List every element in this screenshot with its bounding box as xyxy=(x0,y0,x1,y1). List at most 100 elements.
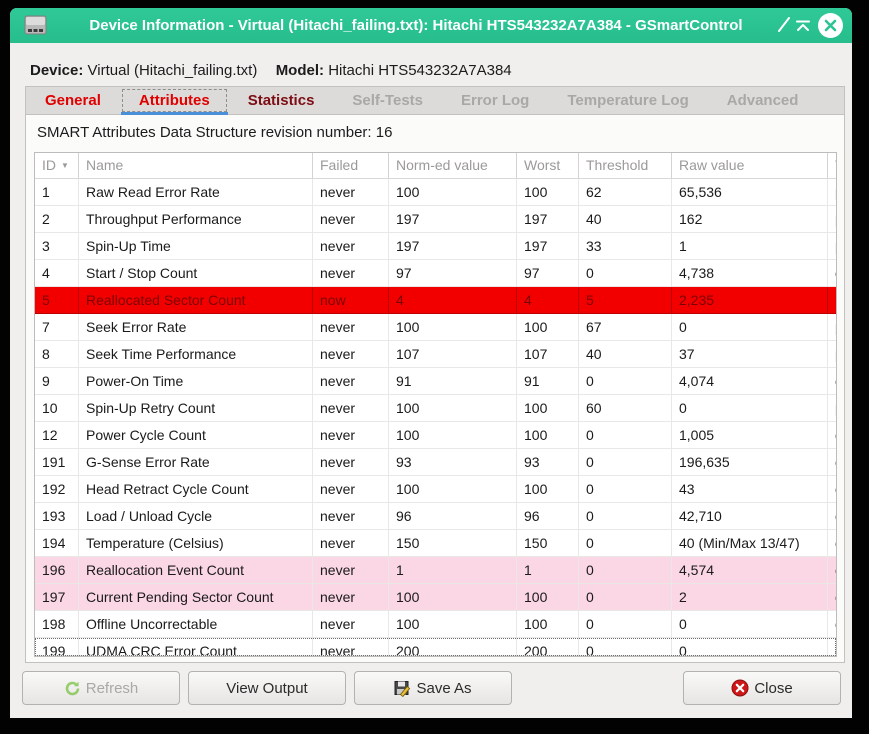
column-header-label: Name xyxy=(86,157,123,173)
cell-name: Raw Read Error Rate xyxy=(79,179,313,206)
cell-type: pre-failure xyxy=(828,179,837,206)
tab-label: Advanced xyxy=(727,92,799,109)
cell-id: 2 xyxy=(35,206,79,233)
attribute-row-191[interactable]: 191G-Sense Error Ratenever93930196,635ol… xyxy=(35,449,836,476)
cell-raw: 2,235 xyxy=(672,287,828,314)
attribute-row-196[interactable]: 196Reallocation Event Countnever1104,574… xyxy=(35,557,836,584)
cell-type: old age xyxy=(828,368,837,395)
attribute-row-198[interactable]: 198Offline Uncorrectablenever10010000old… xyxy=(35,611,836,638)
attribute-row-3[interactable]: 3Spin-Up Timenever197197331pre-failure xyxy=(35,233,836,260)
attribute-row-193[interactable]: 193Load / Unload Cyclenever9696042,710ol… xyxy=(35,503,836,530)
cell-threshold: 40 xyxy=(579,341,672,368)
table-header-row: ID▼ Name FailedNorm-ed valueWorst Threshold… xyxy=(35,153,836,179)
cell-worst: 91 xyxy=(517,368,579,395)
cell-id: 4 xyxy=(35,260,79,287)
cell-threshold: 0 xyxy=(579,260,672,287)
cell-failed: never xyxy=(313,206,389,233)
attribute-row-2[interactable]: 2Throughput Performancenever19719740162p… xyxy=(35,206,836,233)
cell-failed: never xyxy=(313,314,389,341)
cell-normed: 100 xyxy=(389,422,517,449)
device-value: Virtual (Hitachi_failing.txt) xyxy=(88,62,258,79)
refresh-button[interactable]: Refresh xyxy=(22,671,180,705)
column-header-type[interactable]: Type xyxy=(828,153,837,179)
cell-raw: 4,738 xyxy=(672,260,828,287)
column-header-threshold[interactable]: Threshold xyxy=(579,153,672,179)
window-close-icon[interactable] xyxy=(817,12,844,39)
column-header-worst[interactable]: Worst xyxy=(517,153,579,179)
cell-failed: never xyxy=(313,611,389,638)
cell-type: old age xyxy=(828,422,837,449)
column-header-id[interactable]: ID▼ xyxy=(35,153,79,179)
cell-raw: 1 xyxy=(672,233,828,260)
cell-id: 8 xyxy=(35,341,79,368)
cell-id: 3 xyxy=(35,233,79,260)
cell-id: 12 xyxy=(35,422,79,449)
tab-error-log: Error Log xyxy=(442,87,548,114)
cell-failed: never xyxy=(313,422,389,449)
titlebar[interactable]: Device Information - Virtual (Hitachi_fa… xyxy=(10,8,852,43)
cell-name: Head Retract Cycle Count xyxy=(79,476,313,503)
cell-id: 197 xyxy=(35,584,79,611)
cell-threshold: 0 xyxy=(579,557,672,584)
cell-raw: 43 xyxy=(672,476,828,503)
cell-raw: 4,074 xyxy=(672,368,828,395)
save-as-button[interactable]: Save As xyxy=(354,671,512,705)
column-header-label: Type xyxy=(835,157,837,173)
cell-normed: 93 xyxy=(389,449,517,476)
cell-name: Seek Error Rate xyxy=(79,314,313,341)
column-header-failed[interactable]: Failed xyxy=(313,153,389,179)
cell-type: old age xyxy=(828,611,837,638)
column-header-label: Threshold xyxy=(586,157,648,173)
cell-name: Temperature (Celsius) xyxy=(79,530,313,557)
cell-raw: 162 xyxy=(672,206,828,233)
attribute-row-199[interactable]: 199UDMA CRC Error Countnever20020000old … xyxy=(35,638,836,656)
cell-type: old age xyxy=(828,638,837,656)
column-header-raw-value[interactable]: Raw value xyxy=(672,153,828,179)
device-information-window: Device Information - Virtual (Hitachi_fa… xyxy=(10,8,852,718)
cell-name: Throughput Performance xyxy=(79,206,313,233)
cell-worst: 100 xyxy=(517,422,579,449)
cell-worst: 100 xyxy=(517,611,579,638)
cell-raw: 196,635 xyxy=(672,449,828,476)
shade-window-icon[interactable] xyxy=(794,17,812,35)
cell-worst: 150 xyxy=(517,530,579,557)
attribute-row-194[interactable]: 194Temperature (Celsius)never150150040 (… xyxy=(35,530,836,557)
tab-general[interactable]: General xyxy=(26,87,120,114)
attribute-row-12[interactable]: 12Power Cycle Countnever10010001,005old … xyxy=(35,422,836,449)
attribute-row-1[interactable]: 1Raw Read Error Ratenever1001006265,536p… xyxy=(35,179,836,206)
attribute-row-192[interactable]: 192Head Retract Cycle Countnever10010004… xyxy=(35,476,836,503)
attribute-row-8[interactable]: 8Seek Time Performancenever1071074037pre… xyxy=(35,341,836,368)
cell-failed: never xyxy=(313,584,389,611)
close-button[interactable]: Close xyxy=(683,671,841,705)
view-output-button[interactable]: View Output xyxy=(188,671,346,705)
model-value: Hitachi HTS543232A7A384 xyxy=(328,62,511,79)
attribute-row-197[interactable]: 197Current Pending Sector Countnever1001… xyxy=(35,584,836,611)
smart-attributes-table[interactable]: ID▼ Name FailedNorm-ed valueWorst Threshold… xyxy=(34,152,837,657)
hard-drive-icon xyxy=(22,12,49,44)
cell-type: old age xyxy=(828,557,837,584)
cell-name: Load / Unload Cycle xyxy=(79,503,313,530)
cell-failed: never xyxy=(313,260,389,287)
cell-threshold: 0 xyxy=(579,449,672,476)
cell-threshold: 5 xyxy=(579,287,672,314)
cell-id: 193 xyxy=(35,503,79,530)
cell-type: old age xyxy=(828,449,837,476)
cell-failed: never xyxy=(313,530,389,557)
tab-bar: GeneralAttributesStatisticsSelf-TestsErr… xyxy=(25,86,845,115)
cell-worst: 97 xyxy=(517,260,579,287)
attribute-row-10[interactable]: 10Spin-Up Retry Countnever100100600pre-f… xyxy=(35,395,836,422)
cell-failed: never xyxy=(313,449,389,476)
cell-raw: 4,574 xyxy=(672,557,828,584)
tab-label: Error Log xyxy=(461,92,529,109)
attribute-row-5[interactable]: 5Reallocated Sector Countnow4452,235pre-… xyxy=(35,287,836,314)
column-header-name[interactable]: Name xyxy=(79,153,313,179)
cell-name: Reallocated Sector Count xyxy=(79,287,313,314)
column-header-norm-ed-value[interactable]: Norm-ed value xyxy=(389,153,517,179)
tab-attributes[interactable]: Attributes xyxy=(120,87,229,114)
attribute-row-4[interactable]: 4Start / Stop Countnever979704,738old ag… xyxy=(35,260,836,287)
attribute-row-7[interactable]: 7Seek Error Ratenever100100670pre-failur… xyxy=(35,314,836,341)
attribute-row-9[interactable]: 9Power-On Timenever919104,074old age xyxy=(35,368,836,395)
tab-statistics[interactable]: Statistics xyxy=(229,87,334,114)
screen: { "window": { "title": "Device Informati… xyxy=(0,0,869,734)
cell-threshold: 0 xyxy=(579,503,672,530)
